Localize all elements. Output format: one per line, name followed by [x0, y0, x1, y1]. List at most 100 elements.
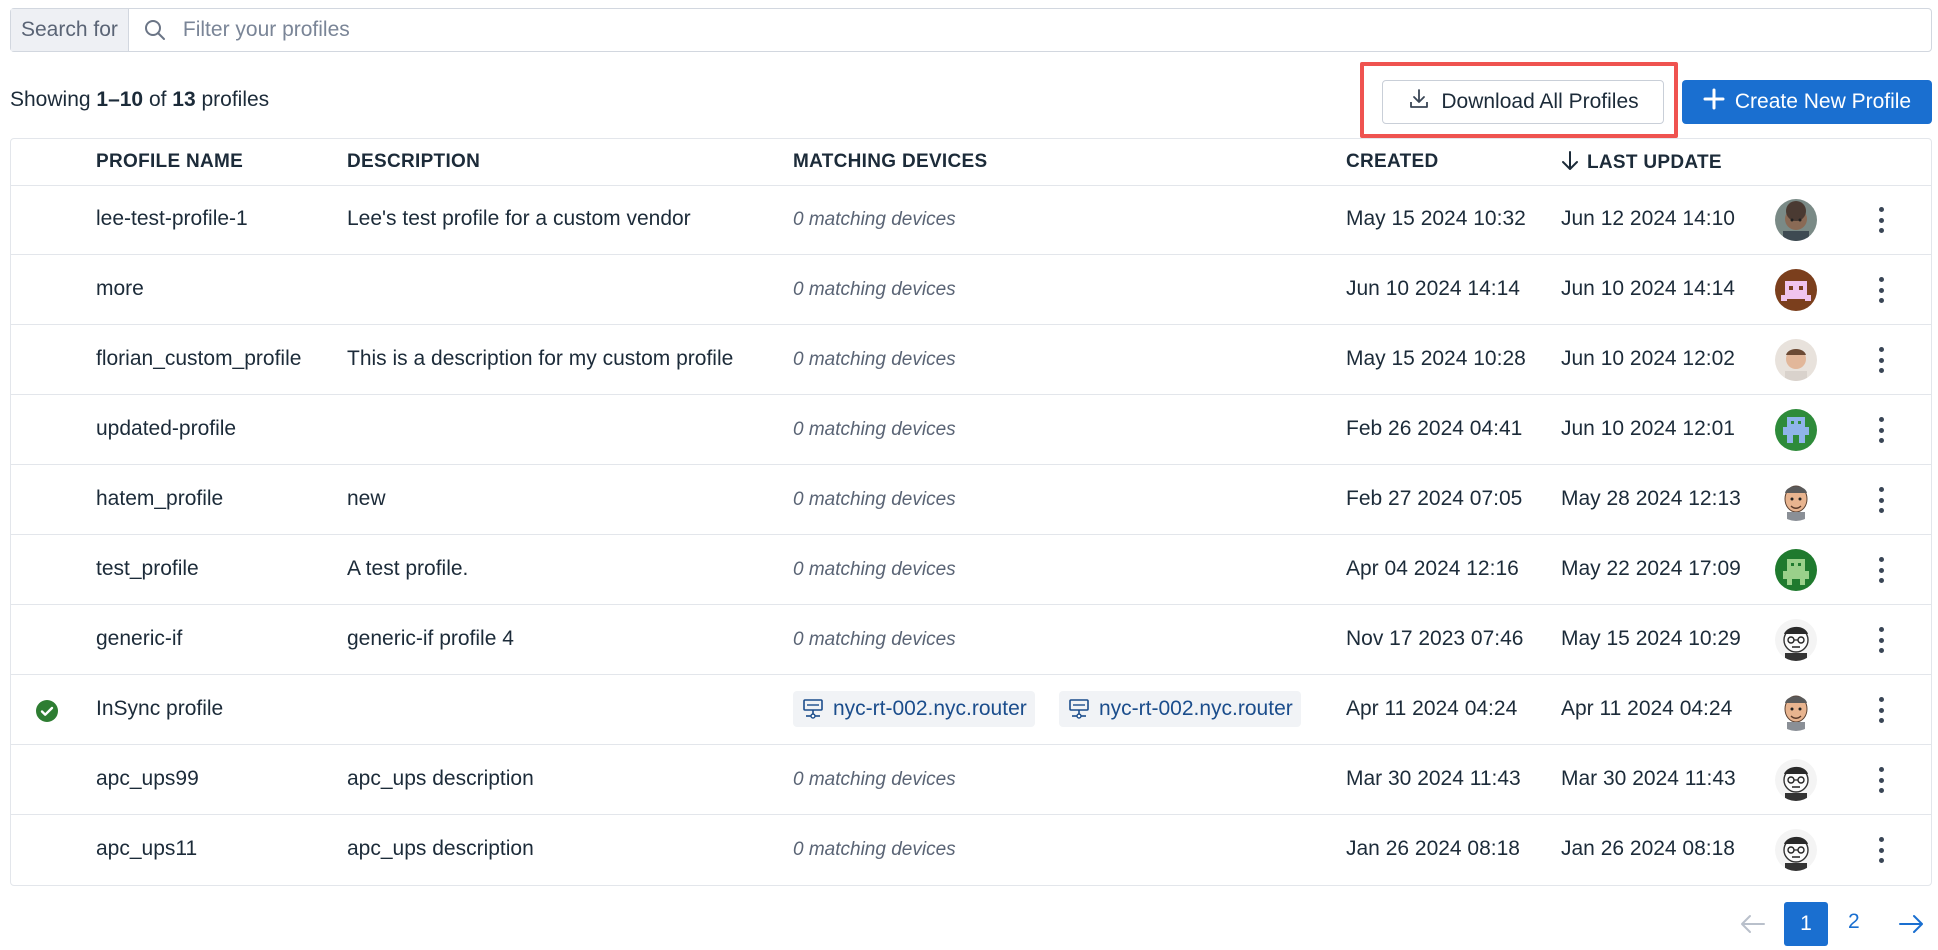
profile-name[interactable]: florian_custom_profile	[96, 347, 301, 371]
profile-name[interactable]: apc_ups99	[96, 767, 199, 791]
table-row[interactable]: more 0 matching devices Jun 10 2024 14:14 J…	[11, 255, 1931, 325]
last-update-date: Jun 10 2024 14:14	[1561, 277, 1735, 300]
avatar	[1775, 409, 1817, 451]
profile-description: new	[347, 487, 386, 510]
table-row[interactable]: lee-test-profile-1 Lee's test profile for…	[11, 185, 1931, 255]
profile-description: A test profile.	[347, 557, 469, 580]
create-new-profile-button[interactable]: Create New Profile	[1682, 80, 1932, 124]
kebab-menu-icon[interactable]	[1873, 207, 1889, 233]
search-bar: Search for	[10, 8, 1932, 52]
profile-description: Lee's test profile for a custom vendor	[347, 207, 691, 230]
created-date: Feb 27 2024 07:05	[1346, 487, 1523, 510]
kebab-menu-icon[interactable]	[1873, 627, 1889, 653]
table-row[interactable]: generic-if generic-if profile 4 0 matching…	[11, 605, 1931, 675]
page-2-button[interactable]: 2	[1848, 910, 1860, 950]
profile-description: apc_ups description	[347, 837, 534, 860]
device-chip[interactable]: nyc-rt-002.nyc.router	[1059, 691, 1301, 727]
last-update-date: May 28 2024 12:13	[1561, 487, 1741, 510]
profile-name[interactable]: InSync profile	[96, 697, 223, 721]
avatar	[1775, 199, 1817, 241]
created-date: Jan 26 2024 08:18	[1346, 837, 1520, 860]
download-all-profiles-label: Download All Profiles	[1441, 90, 1639, 113]
created-date: Apr 11 2024 04:24	[1346, 697, 1518, 720]
avatar	[1775, 619, 1817, 661]
download-all-profiles-button[interactable]: Download All Profiles	[1382, 80, 1664, 124]
profile-name[interactable]: generic-if	[96, 627, 182, 651]
last-update-date: Jun 12 2024 14:10	[1561, 207, 1735, 230]
avatar	[1775, 269, 1817, 311]
profile-name[interactable]: hatem_profile	[96, 487, 223, 511]
table-row[interactable]: apc_ups11 apc_ups description 0 matching d…	[11, 815, 1931, 885]
matching-devices: 0 matching devices	[793, 489, 956, 510]
router-icon	[1067, 697, 1091, 721]
table-row[interactable]: florian_custom_profile This is a descript…	[11, 325, 1931, 395]
arrow-down-icon	[1561, 151, 1579, 177]
last-update-date: Jun 10 2024 12:02	[1561, 347, 1735, 370]
download-icon	[1407, 87, 1431, 117]
search-input[interactable]	[180, 17, 1931, 43]
created-date: May 15 2024 10:28	[1346, 347, 1526, 370]
profile-name[interactable]: apc_ups11	[96, 837, 197, 861]
table-row[interactable]: InSync profile nyc-rt-002.nyc.router nyc-r…	[11, 675, 1931, 745]
profile-name[interactable]: lee-test-profile-1	[96, 207, 248, 231]
last-update-date: May 22 2024 17:09	[1561, 557, 1741, 580]
kebab-menu-icon[interactable]	[1873, 767, 1889, 793]
kebab-menu-icon[interactable]	[1873, 417, 1889, 443]
matching-devices: 0 matching devices	[793, 559, 956, 580]
search-label: Search for	[11, 9, 129, 51]
table-row[interactable]: hatem_profile new 0 matching devices Feb 27…	[11, 465, 1931, 535]
created-date: Feb 26 2024 04:41	[1346, 417, 1523, 440]
plus-icon	[1703, 88, 1725, 116]
arrow-right-icon	[1899, 915, 1923, 933]
profile-name[interactable]: updated-profile	[96, 417, 236, 441]
router-icon	[801, 697, 825, 721]
kebab-menu-icon[interactable]	[1873, 487, 1889, 513]
created-date: Mar 30 2024 11:43	[1346, 767, 1521, 790]
kebab-menu-icon[interactable]	[1873, 697, 1889, 723]
create-new-profile-label: Create New Profile	[1734, 90, 1912, 113]
column-profile-name[interactable]: PROFILE NAME	[96, 151, 243, 173]
avatar	[1775, 829, 1817, 871]
created-date: Jun 10 2024 14:14	[1346, 277, 1520, 300]
table-header: PROFILE NAME DESCRIPTION MATCHING DEVICE…	[11, 139, 1931, 186]
check-circle-icon	[35, 699, 59, 723]
avatar	[1775, 479, 1817, 521]
profile-name[interactable]: test_profile	[96, 557, 199, 581]
device-chip[interactable]: nyc-rt-002.nyc.router	[793, 691, 1035, 727]
matching-devices: 0 matching devices	[793, 629, 956, 650]
device-name: nyc-rt-002.nyc.router	[1099, 697, 1293, 720]
last-update-date: Apr 11 2024 04:24	[1561, 697, 1733, 720]
profile-description: apc_ups description	[347, 767, 534, 790]
column-matching-devices[interactable]: MATCHING DEVICES	[793, 151, 987, 173]
profile-description: generic-if profile 4	[347, 627, 514, 650]
column-description[interactable]: DESCRIPTION	[347, 151, 480, 173]
avatar	[1775, 549, 1817, 591]
kebab-menu-icon[interactable]	[1873, 277, 1889, 303]
table-row[interactable]: updated-profile 0 matching devices Feb 26 …	[11, 395, 1931, 465]
column-last-update[interactable]: LAST UPDATE	[1561, 151, 1722, 177]
last-update-date: Jun 10 2024 12:01	[1561, 417, 1735, 440]
prev-page-button[interactable]	[1738, 904, 1768, 944]
table-row[interactable]: test_profile A test profile. 0 matching de…	[11, 535, 1931, 605]
column-created[interactable]: CREATED	[1346, 151, 1439, 173]
page-1-button[interactable]: 1	[1784, 902, 1828, 946]
device-name: nyc-rt-002.nyc.router	[833, 697, 1027, 720]
profile-name[interactable]: more	[96, 277, 144, 301]
profile-description: This is a description for my custom prof…	[347, 347, 734, 370]
kebab-menu-icon[interactable]	[1873, 347, 1889, 373]
matching-devices: 0 matching devices	[793, 769, 956, 790]
kebab-menu-icon[interactable]	[1873, 557, 1889, 583]
matching-devices: 0 matching devices	[793, 209, 956, 230]
kebab-menu-icon[interactable]	[1873, 837, 1889, 863]
results-summary: Showing 1–10 of 13 profiles	[10, 88, 270, 111]
created-date: Apr 04 2024 12:16	[1346, 557, 1519, 580]
last-update-date: May 15 2024 10:29	[1561, 627, 1741, 650]
next-page-button[interactable]	[1896, 904, 1926, 944]
table-row[interactable]: apc_ups99 apc_ups description 0 matching d…	[11, 745, 1931, 815]
created-date: Nov 17 2023 07:46	[1346, 627, 1524, 650]
avatar	[1775, 689, 1817, 731]
profiles-table: PROFILE NAME DESCRIPTION MATCHING DEVICE…	[10, 138, 1932, 886]
avatar	[1775, 759, 1817, 801]
last-update-date: Jan 26 2024 08:18	[1561, 837, 1735, 860]
matching-devices: 0 matching devices	[793, 279, 956, 300]
